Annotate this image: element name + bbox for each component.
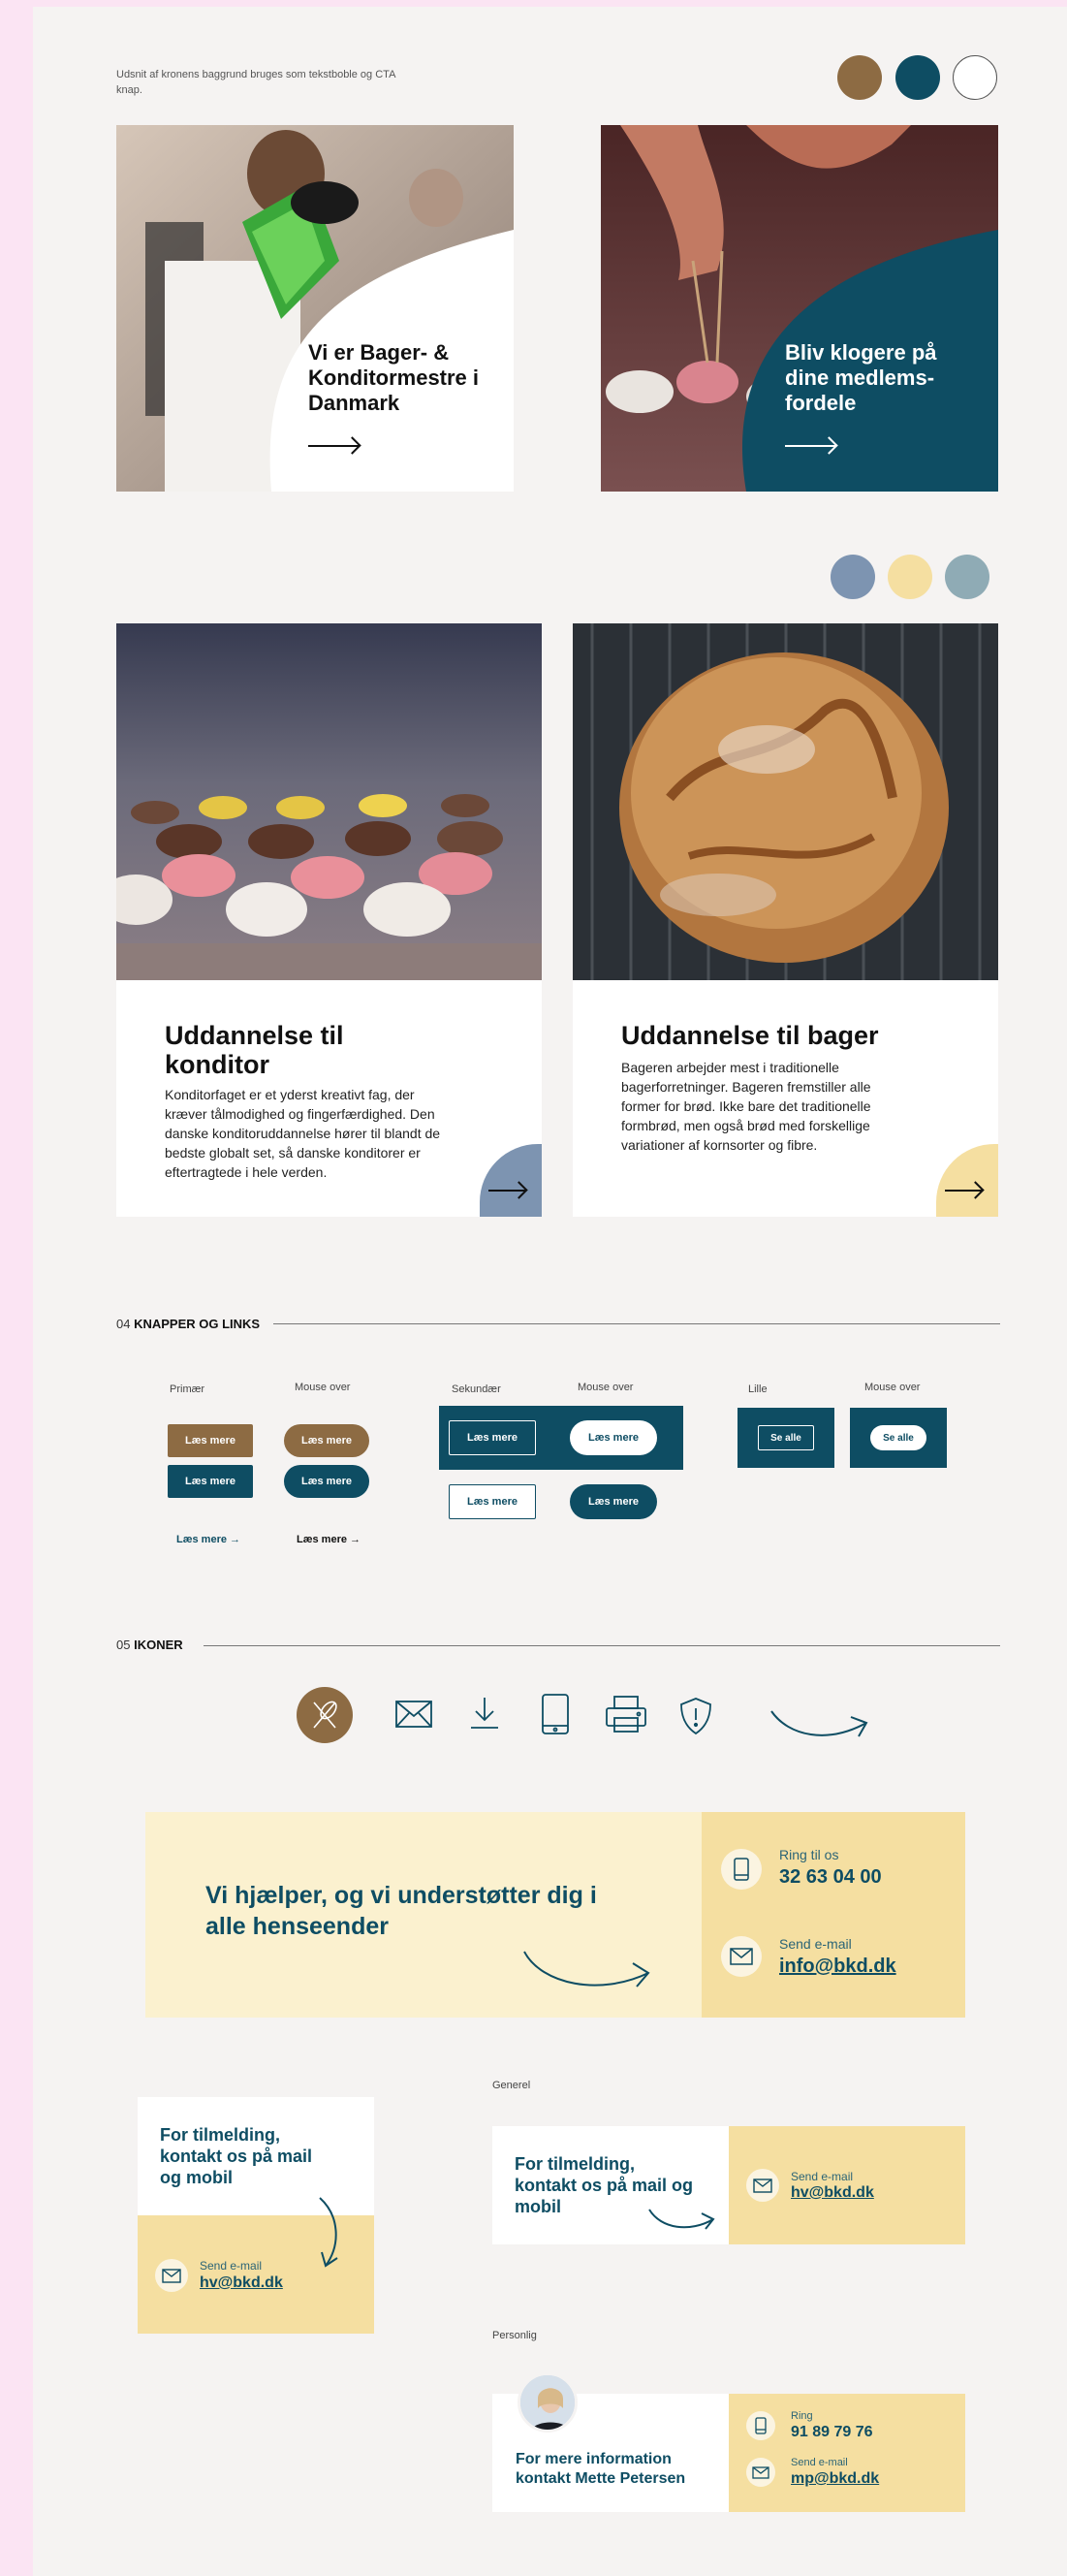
card-medlemsfordele-title: Bliv klogere på dine medlems-fordele [785,340,937,415]
color-swatch-white [953,55,997,100]
phone-icon [721,1849,762,1890]
phone-icon [746,2411,775,2440]
curved-arrow-icon [522,1946,654,2001]
email-link[interactable]: info@bkd.dk [779,1956,896,1978]
section-title: IKONER [134,1638,183,1652]
card-medlemsfordele-photo [601,125,998,492]
primary-teal-button[interactable]: Læs mere [168,1465,253,1498]
phone-label: Ring til os [779,1847,839,1862]
section-heading-buttons: 04 KNAPPER OG LINKS [116,1317,260,1331]
email-label: Send e-mail [200,2259,263,2273]
email-link[interactable]: hv@bkd.dk [791,2184,874,2202]
mail-icon [746,2169,779,2202]
cta-corner-button[interactable] [936,1144,998,1217]
email-label: Send e-mail [791,2170,854,2183]
card-uddannelse-konditor[interactable]: Uddannelse til konditor Konditorfaget er… [116,623,542,1217]
read-more-link-hover[interactable]: Læs mere → [297,1534,361,1545]
card-bager[interactable]: Vi er Bager- & Konditormestre i Danmark [116,125,514,492]
label-general: Generel [492,2080,531,2091]
email-label: Send e-mail [779,1936,852,1952]
email-link[interactable]: mp@bkd.dk [791,2470,879,2488]
secondary-light-button[interactable]: Læs mere [449,1484,536,1519]
label-primary: Primær [170,1383,205,1395]
color-swatch-grey-blue [945,555,989,599]
shield-icon [679,1697,712,1740]
secondary-light-hover-button[interactable]: Læs mere [570,1484,657,1519]
card-bager-title: Vi er Bager- & Konditormestre i Danmark [308,340,480,415]
color-swatch-brown [837,55,882,100]
section-rule [273,1323,1000,1324]
note-text: Udsnit af kronens baggrund bruges som te… [116,69,395,96]
label-personal: Personlig [492,2330,537,2341]
section-number: 05 [116,1638,131,1652]
signup-vertical-heading: For tilmelding, kontakt os på mail og mo… [160,2125,313,2187]
section-title: KNAPPER OG LINKS [134,1317,261,1331]
small-see-all-hover-button[interactable]: Se alle [870,1425,926,1450]
bread-photo [573,623,998,980]
primary-brown-hover-button[interactable]: Læs mere [284,1424,369,1457]
whisk-icon [297,1687,353,1743]
card-medlemsfordele[interactable]: Bliv klogere på dine medlems-fordele [601,125,998,492]
card-uddannelse-bager-body: Bageren arbejder mest i traditionelle ba… [621,1060,871,1153]
label-small: Lille [748,1383,768,1395]
personal-contact-heading: For mere information kontakt Mette Peter… [516,2451,686,2487]
email-link[interactable]: hv@bkd.dk [200,2274,283,2292]
label-hover: Mouse over [864,1382,921,1393]
label-hover: Mouse over [578,1382,634,1393]
label-hover: Mouse over [295,1382,351,1393]
card-uddannelse-konditor-body: Konditorfaget er et yderst kreativt fag,… [165,1087,441,1180]
card-uddannelse-bager[interactable]: Uddannelse til bager Bageren arbejder me… [573,623,998,1217]
small-see-all-button[interactable]: Se alle [758,1425,814,1450]
download-icon [469,1696,500,1735]
arrow-right-icon [308,445,359,447]
section-heading-icons: 05 IKONER [116,1638,183,1652]
primary-brown-button[interactable]: Læs mere [168,1424,253,1457]
mail-icon [746,2458,775,2487]
phone-link[interactable]: 91 89 79 76 [791,2424,873,2441]
curved-arrow-icon [314,2196,343,2274]
secondary-outline-hover-button[interactable]: Læs mere [570,1420,657,1455]
label-secondary: Sekundær [452,1383,501,1395]
cta-corner-button[interactable] [480,1144,542,1217]
section-rule [204,1645,1000,1646]
arrow-right-icon [945,1190,982,1192]
phone-link[interactable]: 32 63 04 00 [779,1866,882,1889]
primary-teal-hover-button[interactable]: Læs mere [284,1465,369,1498]
mail-icon [155,2259,188,2292]
help-contact-panel [702,1812,965,2018]
card-uddannelse-konditor-title: Uddannelse til konditor [165,1021,344,1079]
help-banner-heading: Vi hjælper, og vi understøtter dig i all… [205,1882,597,1940]
color-swatch-teal [895,55,940,100]
phone-icon [541,1693,570,1740]
curved-arrow-icon [647,2206,717,2238]
macarons-photo [116,623,542,980]
section-number: 04 [116,1317,131,1331]
read-more-link[interactable]: Læs mere → [176,1534,240,1545]
printer-icon [605,1695,647,1738]
phone-label: Ring [791,2410,813,2422]
arrow-right-icon [488,1190,525,1192]
mail-icon [394,1699,433,1734]
card-uddannelse-bager-title: Uddannelse til bager [621,1021,879,1050]
avatar [518,2372,578,2433]
mail-icon [721,1936,762,1977]
color-swatch-pale-yellow [888,555,932,599]
email-label: Send e-mail [791,2457,848,2468]
color-swatch-blue-grey [831,555,875,599]
arrow-right-icon [785,445,835,447]
card-bager-photo [116,125,514,492]
style-guide-page: Udsnit af kronens baggrund bruges som te… [33,7,1067,2576]
secondary-outline-button[interactable]: Læs mere [449,1420,536,1455]
curved-arrow-icon [769,1701,870,1749]
